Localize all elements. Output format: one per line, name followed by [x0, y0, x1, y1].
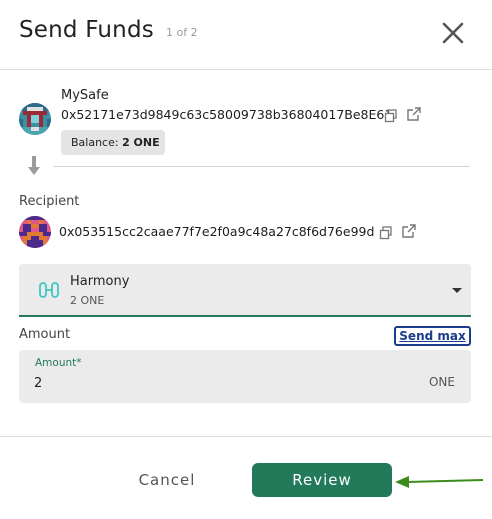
close-icon — [442, 22, 464, 44]
copy-sender-address-button[interactable] — [384, 108, 400, 124]
header-divider — [0, 69, 492, 70]
token-select[interactable]: Harmony 2 ONE — [19, 264, 471, 317]
footer-divider — [0, 436, 492, 437]
balance-value: 2 ONE — [122, 136, 160, 149]
open-sender-explorer-button[interactable] — [406, 106, 422, 122]
send-max-button[interactable]: Send max — [394, 326, 471, 346]
copy-recipient-address-button[interactable] — [379, 225, 395, 241]
copy-icon — [379, 226, 392, 240]
chevron-down-icon — [452, 288, 462, 293]
external-link-icon — [402, 224, 416, 238]
page-title: Send Funds — [19, 17, 154, 43]
sender-address: 0x52171e73d9849c63c58009738b36804017Be8E… — [61, 107, 393, 122]
sender-avatar — [19, 103, 51, 135]
amount-input[interactable] — [34, 373, 394, 393]
step-indicator: 1 of 2 — [166, 26, 198, 39]
sender-name: MySafe — [61, 88, 109, 103]
review-button[interactable]: Review — [252, 463, 392, 497]
harmony-token-icon — [38, 281, 60, 299]
amount-unit: ONE — [428, 375, 455, 389]
amount-label: Amount — [19, 327, 71, 342]
sender-balance-badge: Balance: 2 ONE — [61, 130, 165, 155]
cancel-button[interactable]: Cancel — [124, 464, 210, 496]
sender-divider — [53, 166, 470, 167]
copy-icon — [384, 109, 397, 123]
amount-field-label: Amount* — [35, 357, 82, 369]
balance-label: Balance: — [71, 136, 119, 149]
annotation-arrow — [393, 470, 485, 490]
token-name: Harmony — [70, 274, 130, 289]
close-button[interactable] — [440, 20, 466, 46]
recipient-label: Recipient — [19, 194, 80, 209]
external-link-icon — [407, 107, 421, 121]
recipient-avatar — [19, 216, 51, 248]
open-recipient-explorer-button[interactable] — [401, 223, 417, 239]
recipient-address: 0x053515cc2caae77f7e2f0a9c48a27c8f6d76e9… — [59, 224, 375, 239]
token-balance: 2 ONE — [70, 294, 105, 307]
arrow-down-icon — [27, 156, 41, 176]
amount-field: Amount* ONE — [19, 350, 471, 403]
